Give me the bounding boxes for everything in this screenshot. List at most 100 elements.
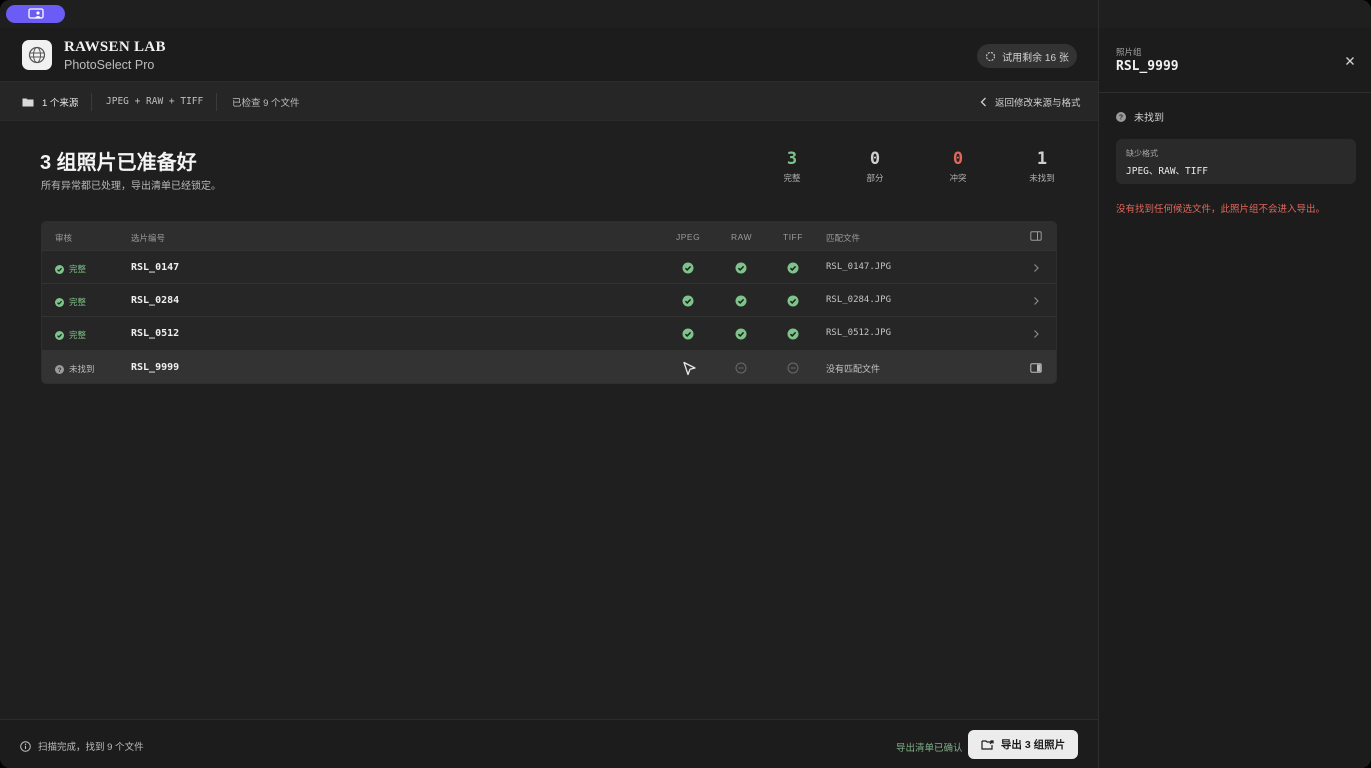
photo-id: RSL_0284 — [131, 295, 180, 306]
stat-label: 未找到 — [1029, 173, 1055, 183]
panel-status: ? 未找到 — [1116, 109, 1164, 124]
export-confirmed-label: 导出清单已确认 — [896, 743, 963, 754]
chevron-left-icon — [980, 97, 986, 106]
mouse-cursor-icon — [683, 361, 696, 376]
stat-complete: 3 完整 — [762, 149, 822, 184]
header-file: 匹配文件 — [826, 233, 861, 243]
info-icon — [20, 740, 31, 752]
back-label: 返回修改来源与格式 — [995, 97, 1081, 109]
folder-icon — [22, 98, 34, 106]
photo-group-table: 审核 选片编号 JPEG RAW TIFF 匹配文件 完整 RSL_0147 R… — [41, 221, 1057, 384]
source-bar: 1 个来源 JPEG + RAW + TIFF 已检查 9 个文件 返回修改来源… — [0, 82, 1098, 121]
stat-conflict: 0 冲突 — [928, 149, 988, 184]
row-status: ? 未找到 — [55, 363, 95, 375]
scan-info: 扫描完成，找到 9 个文件 — [20, 739, 144, 753]
table-header: 审核 选片编号 JPEG RAW TIFF 匹配文件 — [42, 222, 1056, 250]
check-circle-icon — [735, 295, 747, 307]
table-row[interactable]: 完整 RSL_0284 RSL_0284.JPG — [42, 283, 1056, 317]
minus-circle-icon — [735, 362, 747, 374]
stat-not-found: 1 未找到 — [1012, 149, 1072, 184]
loading-circle-icon — [986, 51, 996, 61]
check-circle-icon — [55, 264, 64, 274]
app-window: RAWSEN LAB PhotoSelect Pro 试用剩余 16 张 1 个… — [0, 0, 1371, 768]
stat-label: 冲突 — [949, 173, 967, 183]
question-circle-icon: ? — [1116, 111, 1126, 122]
panel-toggle-icon[interactable] — [1030, 231, 1042, 241]
photo-id: RSL_9999 — [131, 362, 180, 373]
missing-formats-value: JPEG、RAW、TIFF — [1126, 166, 1208, 177]
window-mode-pill[interactable] — [6, 5, 65, 23]
status-label: 完整 — [69, 330, 87, 340]
trial-text: 试用剩余 16 张 — [1002, 52, 1069, 64]
question-circle-icon: ? — [55, 364, 64, 374]
check-circle-icon — [55, 330, 64, 340]
check-circle-icon — [787, 295, 799, 307]
app-header: RAWSEN LAB PhotoSelect Pro 试用剩余 16 张 — [0, 28, 1098, 82]
check-circle-icon — [735, 262, 747, 274]
check-circle-icon — [682, 295, 694, 307]
minus-circle-icon — [787, 362, 799, 374]
sources-label: 1 个来源 — [42, 97, 79, 109]
matched-file: RSL_0147.JPG — [826, 262, 892, 272]
svg-text:?: ? — [1119, 114, 1123, 121]
stat-partial: 0 部分 — [845, 149, 905, 184]
back-to-sources-link[interactable]: 返回修改来源与格式 — [980, 82, 1081, 121]
photo-id: RSL_0512 — [131, 328, 180, 339]
panel-divider — [1099, 92, 1371, 93]
header-id: 选片编号 — [131, 233, 166, 243]
title-strip — [0, 0, 1098, 28]
header-raw: RAW — [731, 232, 753, 242]
brand-name: RAWSEN LAB — [64, 39, 166, 55]
main-area: RAWSEN LAB PhotoSelect Pro 试用剩余 16 张 1 个… — [0, 0, 1098, 768]
check-circle-icon — [787, 262, 799, 274]
table-row-selected[interactable]: ? 未找到 RSL_9999 没有匹配文件 — [42, 350, 1056, 383]
close-icon[interactable] — [1344, 55, 1356, 67]
missing-formats-label: 缺少格式 — [1126, 149, 1158, 158]
checked-label: 已检查 9 个文件 — [232, 97, 300, 109]
header-tiff: TIFF — [783, 232, 803, 242]
panel-title: RSL_9999 — [1116, 59, 1179, 74]
product-name: PhotoSelect Pro — [64, 58, 155, 72]
stat-value: 0 — [952, 149, 964, 169]
chevron-right-icon[interactable] — [1030, 262, 1042, 274]
chevron-right-icon[interactable] — [1030, 295, 1042, 307]
panel-label: 照片组 — [1116, 47, 1142, 57]
panel-open-icon[interactable] — [1030, 362, 1042, 374]
screen-user-icon — [27, 8, 44, 19]
stat-value: 0 — [869, 149, 881, 169]
stat-value: 3 — [786, 149, 798, 169]
table-row[interactable]: 完整 RSL_0512 RSL_0512.JPG — [42, 316, 1056, 350]
page-title: 3 组照片已准备好 — [40, 152, 197, 174]
trial-badge[interactable]: 试用剩余 16 张 — [977, 44, 1077, 68]
check-circle-icon — [735, 328, 747, 340]
globe-logo-icon — [28, 46, 46, 64]
check-circle-icon — [55, 297, 64, 307]
check-circle-icon — [787, 328, 799, 340]
export-button-label: 导出 3 组照片 — [1000, 739, 1066, 751]
matched-file: RSL_0512.JPG — [826, 328, 892, 338]
detail-panel: 照片组 RSL_9999 ? 未找到 缺少格式 JPEG、RAW、TIFF 没有… — [1098, 0, 1371, 768]
check-circle-icon — [682, 262, 694, 274]
stat-label: 完整 — [783, 173, 801, 183]
row-status: 完整 — [55, 263, 86, 275]
row-status: 完整 — [55, 296, 86, 308]
table-row[interactable]: 完整 RSL_0147 RSL_0147.JPG — [42, 250, 1056, 284]
export-button[interactable]: 导出 3 组照片 — [968, 730, 1078, 759]
photo-id: RSL_0147 — [131, 262, 180, 273]
panel-warning: 没有找到任何候选文件，此照片组不会进入导出。 — [1116, 204, 1326, 215]
chevron-right-icon[interactable] — [1030, 328, 1042, 340]
header-review: 审核 — [55, 233, 73, 243]
status-footer: 扫描完成，找到 9 个文件 导出清单已确认 导出 3 组照片 — [0, 719, 1098, 768]
status-label: 完整 — [69, 297, 87, 307]
divider — [216, 93, 217, 111]
matched-file: RSL_0284.JPG — [826, 295, 892, 305]
svg-text:?: ? — [58, 366, 62, 373]
header-jpeg: JPEG — [676, 232, 701, 242]
scan-info-text: 扫描完成，找到 9 个文件 — [38, 742, 144, 753]
missing-formats-box: 缺少格式 JPEG、RAW、TIFF — [1116, 139, 1356, 184]
formats-label: JPEG + RAW + TIFF — [106, 96, 204, 107]
sources-item[interactable]: 1 个来源 — [22, 82, 78, 121]
panel-status-label: 未找到 — [1134, 113, 1164, 124]
check-circle-icon — [682, 328, 694, 340]
app-logo — [22, 40, 52, 70]
